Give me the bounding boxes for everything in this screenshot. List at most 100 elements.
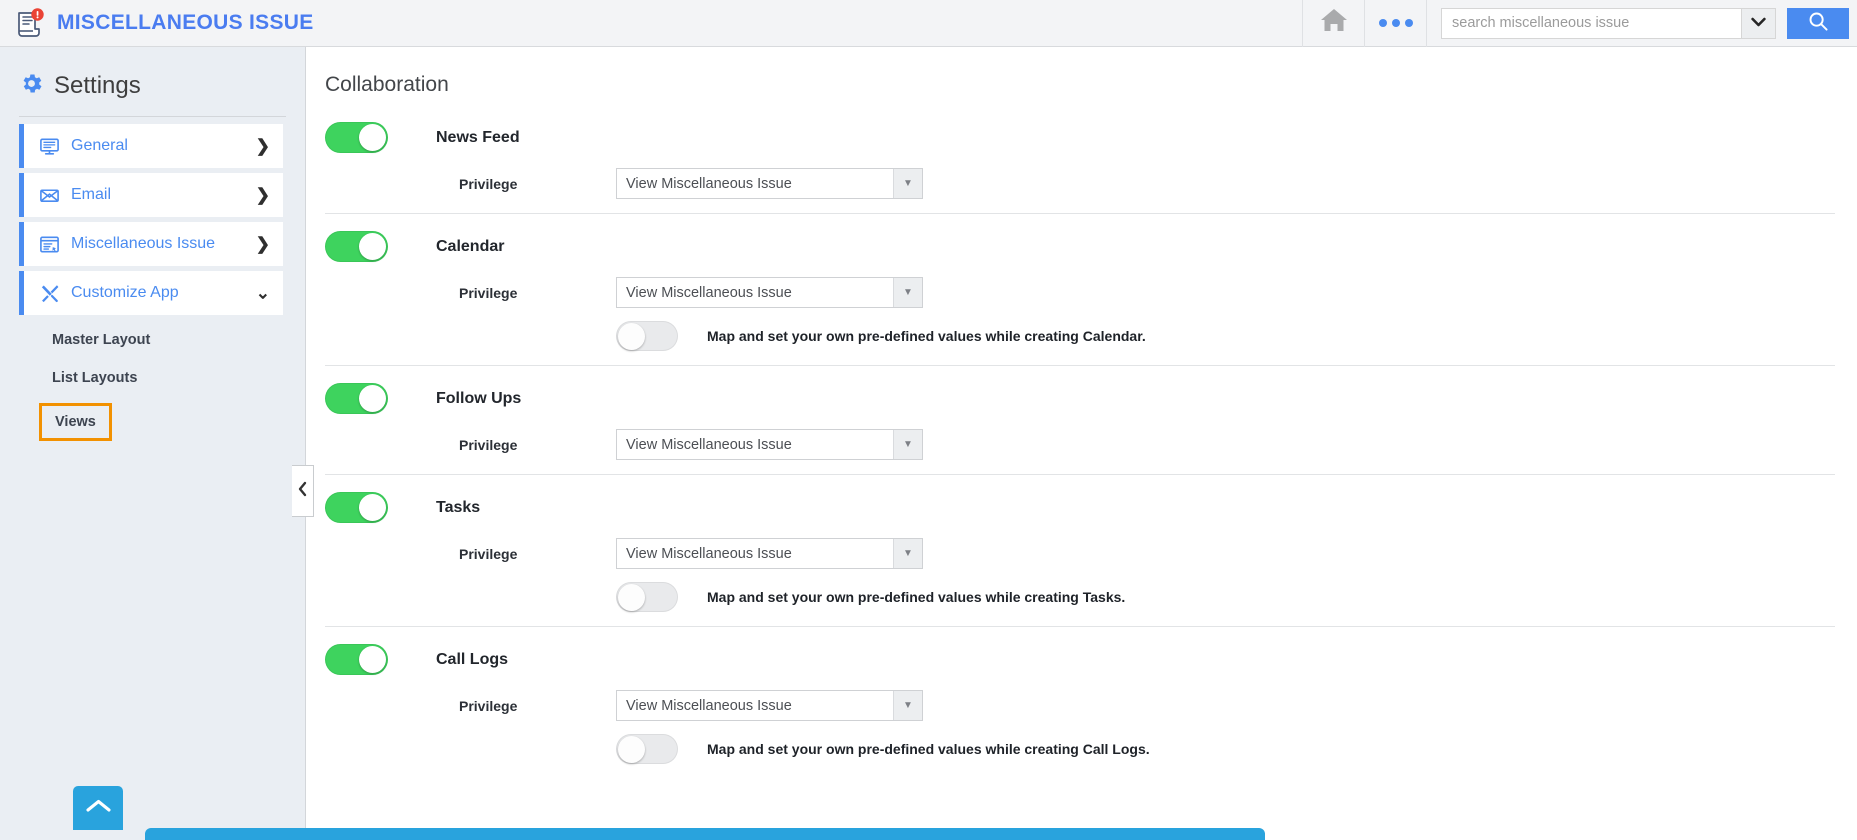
caret-down-icon: ▼	[893, 691, 922, 720]
feature-toggle-follow-ups[interactable]	[325, 383, 388, 414]
privilege-select-call-logs[interactable]: View Miscellaneous Issue ▼	[616, 690, 923, 721]
more-options-button[interactable]	[1364, 0, 1426, 47]
privilege-row: Privilege View Miscellaneous Issue ▼	[325, 277, 1835, 308]
privilege-select-follow-ups[interactable]: View Miscellaneous Issue ▼	[616, 429, 923, 460]
chevron-down-icon	[1751, 14, 1766, 32]
app-brand[interactable]: MISCELLANEOUS ISSUE	[0, 7, 314, 39]
toggle-knob	[618, 736, 645, 763]
caret-down-icon: ▼	[893, 169, 922, 198]
sidebar-item-miscellaneous-issue[interactable]: Miscellaneous Issue ❯	[19, 222, 283, 266]
feature-list: News Feed Privilege View Miscellaneous I…	[307, 108, 1857, 778]
feature-toggle-news-feed[interactable]	[325, 122, 388, 153]
map-values-text: Map and set your own pre-defined values …	[707, 741, 1150, 757]
settings-divider	[19, 116, 286, 117]
toggle-knob	[618, 584, 645, 611]
map-values-text: Map and set your own pre-defined values …	[707, 589, 1125, 605]
scroll-to-top-button[interactable]	[73, 786, 123, 830]
feature-header: Calendar	[325, 231, 1835, 262]
feature-header: Tasks	[325, 492, 1835, 523]
sidebar-item-label: Customize App	[71, 284, 179, 302]
map-values-toggle-calendar[interactable]	[616, 321, 678, 351]
header-search-area	[1426, 0, 1857, 47]
map-values-toggle-call-logs[interactable]	[616, 734, 678, 764]
search-wrap	[1441, 8, 1849, 39]
chevron-right-icon: ❯	[256, 138, 270, 155]
top-header-bar: MISCELLANEOUS ISSUE	[0, 0, 1857, 47]
map-values-toggle-tasks[interactable]	[616, 582, 678, 612]
sidebar-item-label: General	[71, 137, 128, 155]
chevron-right-icon: ❯	[256, 236, 270, 253]
privilege-label: Privilege	[459, 176, 616, 192]
search-icon	[1808, 11, 1829, 35]
toggle-knob	[359, 385, 386, 412]
search-scope-dropdown[interactable]	[1741, 8, 1776, 39]
privilege-select-value: View Miscellaneous Issue	[617, 285, 893, 301]
feature-name: News Feed	[436, 129, 520, 147]
feature-name: Call Logs	[436, 651, 508, 669]
search-button[interactable]	[1787, 8, 1849, 39]
feature-toggle-calendar[interactable]	[325, 231, 388, 262]
privilege-row: Privilege View Miscellaneous Issue ▼	[325, 429, 1835, 460]
privilege-label: Privilege	[459, 437, 616, 453]
caret-down-icon: ▼	[893, 430, 922, 459]
gear-icon	[19, 71, 44, 101]
feature-name: Calendar	[436, 238, 504, 256]
feature-header: News Feed	[325, 122, 1835, 153]
privilege-select-news-feed[interactable]: View Miscellaneous Issue ▼	[616, 168, 923, 199]
toggle-knob	[359, 494, 386, 521]
sidebar-item-label: Miscellaneous Issue	[71, 235, 215, 253]
feature-row-call-logs: Call Logs Privilege View Miscellaneous I…	[325, 626, 1835, 778]
feature-header: Follow Ups	[325, 383, 1835, 414]
chevron-right-icon: ❯	[256, 187, 270, 204]
app-title: MISCELLANEOUS ISSUE	[57, 11, 314, 35]
more-dots-icon	[1379, 19, 1413, 27]
chevron-up-icon	[85, 798, 112, 819]
sidebar-item-customize-app[interactable]: Customize App ⌄	[19, 271, 283, 315]
sidebar-subitem-list-layouts[interactable]: List Layouts	[52, 370, 137, 386]
privilege-select-value: View Miscellaneous Issue	[617, 176, 893, 192]
sidebar-item-general[interactable]: General ❯	[19, 124, 283, 168]
customize-app-sub-list: Master Layout List Layouts Views	[0, 331, 305, 462]
feature-row-calendar: Calendar Privilege View Miscellaneous Is…	[325, 213, 1835, 365]
privilege-label: Privilege	[459, 285, 616, 301]
settings-sidebar: Settings General ❯ Email	[0, 47, 306, 840]
envelope-icon	[39, 185, 65, 206]
privilege-row: Privilege View Miscellaneous Issue ▼	[325, 538, 1835, 569]
issue-document-icon	[14, 7, 48, 39]
sidebar-collapse-handle[interactable]	[292, 465, 314, 517]
privilege-label: Privilege	[459, 546, 616, 562]
feature-header: Call Logs	[325, 644, 1835, 675]
sidebar-item-email[interactable]: Email ❯	[19, 173, 283, 217]
sidebar-subitem-master-layout[interactable]: Master Layout	[52, 332, 150, 348]
home-button[interactable]	[1302, 0, 1364, 47]
privilege-select-value: View Miscellaneous Issue	[617, 546, 893, 562]
sidebar-subitem-views[interactable]: Views	[39, 403, 112, 441]
privilege-select-tasks[interactable]: View Miscellaneous Issue ▼	[616, 538, 923, 569]
caret-down-icon: ▼	[893, 539, 922, 568]
home-icon	[1319, 7, 1349, 39]
settings-title: Settings	[54, 72, 141, 100]
privilege-row: Privilege View Miscellaneous Issue ▼	[325, 690, 1835, 721]
map-values-row: Map and set your own pre-defined values …	[325, 734, 1835, 764]
main-content: Collaboration News Feed Privilege View M…	[307, 47, 1857, 840]
privilege-select-value: View Miscellaneous Issue	[617, 698, 893, 714]
monitor-icon	[39, 136, 65, 157]
bottom-status-bar	[145, 828, 1265, 840]
settings-header: Settings	[0, 47, 305, 101]
feature-toggle-tasks[interactable]	[325, 492, 388, 523]
feature-row-news-feed: News Feed Privilege View Miscellaneous I…	[325, 108, 1835, 213]
tools-icon	[39, 283, 65, 304]
window-list-icon	[39, 234, 65, 255]
map-values-row: Map and set your own pre-defined values …	[325, 582, 1835, 612]
settings-nav-list: General ❯ Email ❯	[0, 124, 305, 315]
toggle-knob	[359, 233, 386, 260]
feature-name: Follow Ups	[436, 390, 521, 408]
feature-row-follow-ups: Follow Ups Privilege View Miscellaneous …	[325, 365, 1835, 474]
feature-row-tasks: Tasks Privilege View Miscellaneous Issue…	[325, 474, 1835, 626]
search-input[interactable]	[1441, 8, 1741, 39]
feature-toggle-call-logs[interactable]	[325, 644, 388, 675]
privilege-select-calendar[interactable]: View Miscellaneous Issue ▼	[616, 277, 923, 308]
toggle-knob	[359, 646, 386, 673]
chevron-down-icon: ⌄	[256, 285, 270, 302]
chevron-left-icon	[297, 481, 308, 501]
